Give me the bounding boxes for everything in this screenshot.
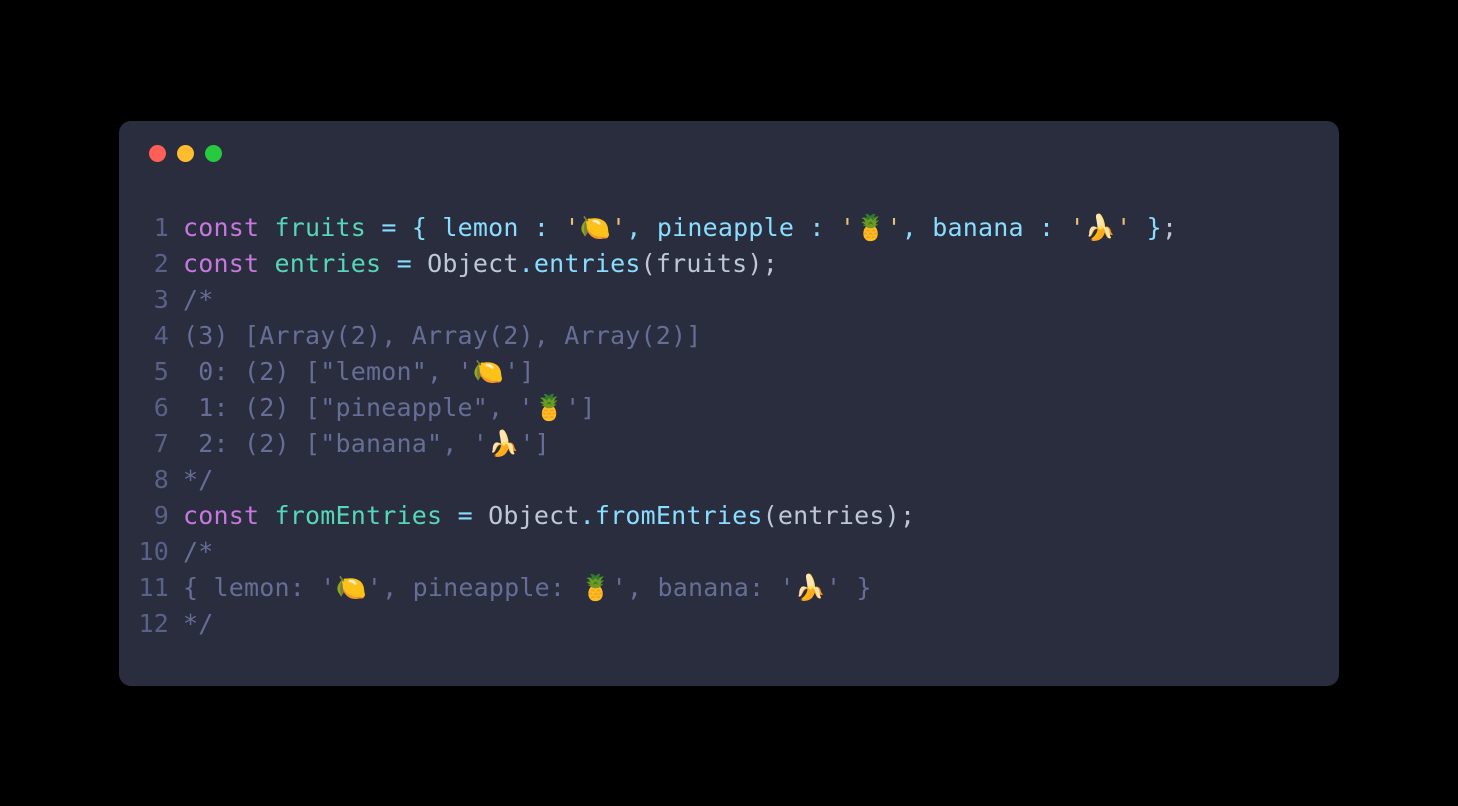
minimize-button[interactable] (177, 145, 194, 162)
code-line-11: 11 { lemon: '🍋', pineapple: 🍍', banana: … (119, 570, 1339, 606)
code-content: { lemon: '🍋', pineapple: 🍍', banana: '🍌'… (183, 570, 872, 606)
window-titlebar (119, 145, 1339, 210)
line-number: 11 (119, 570, 183, 606)
code-content: */ (183, 462, 214, 498)
code-line-10: 10 /* (119, 534, 1339, 570)
code-line-5: 5 0: (2) ["lemon", '🍋'] (119, 354, 1339, 390)
line-number: 7 (119, 426, 183, 462)
code-content: const fruits = { lemon : '🍋', pineapple … (183, 210, 1177, 246)
zoom-button[interactable] (205, 145, 222, 162)
line-number: 12 (119, 606, 183, 642)
code-window: 1 const fruits = { lemon : '🍋', pineappl… (119, 121, 1339, 686)
code-line-7: 7 2: (2) ["banana", '🍌'] (119, 426, 1339, 462)
line-number: 1 (119, 210, 183, 246)
code-content: const fromEntries = Object.fromEntries(e… (183, 498, 915, 534)
code-content: (3) [Array(2), Array(2), Array(2)] (183, 318, 702, 354)
code-line-3: 3 /* (119, 282, 1339, 318)
code-content: */ (183, 606, 214, 642)
line-number: 3 (119, 282, 183, 318)
line-number: 4 (119, 318, 183, 354)
code-editor[interactable]: 1 const fruits = { lemon : '🍋', pineappl… (119, 210, 1339, 642)
code-content: /* (183, 282, 214, 318)
code-line-1: 1 const fruits = { lemon : '🍋', pineappl… (119, 210, 1339, 246)
close-button[interactable] (149, 145, 166, 162)
line-number: 5 (119, 354, 183, 390)
code-line-8: 8 */ (119, 462, 1339, 498)
code-content: /* (183, 534, 214, 570)
code-line-6: 6 1: (2) ["pineapple", '🍍'] (119, 390, 1339, 426)
code-content: 1: (2) ["pineapple", '🍍'] (183, 390, 596, 426)
code-line-9: 9 const fromEntries = Object.fromEntries… (119, 498, 1339, 534)
line-number: 9 (119, 498, 183, 534)
line-number: 10 (119, 534, 183, 570)
line-number: 6 (119, 390, 183, 426)
code-content: const entries = Object.entries(fruits); (183, 246, 778, 282)
code-content: 2: (2) ["banana", '🍌'] (183, 426, 550, 462)
code-line-12: 12 */ (119, 606, 1339, 642)
code-line-4: 4 (3) [Array(2), Array(2), Array(2)] (119, 318, 1339, 354)
line-number: 2 (119, 246, 183, 282)
code-line-2: 2 const entries = Object.entries(fruits)… (119, 246, 1339, 282)
line-number: 8 (119, 462, 183, 498)
code-content: 0: (2) ["lemon", '🍋'] (183, 354, 535, 390)
